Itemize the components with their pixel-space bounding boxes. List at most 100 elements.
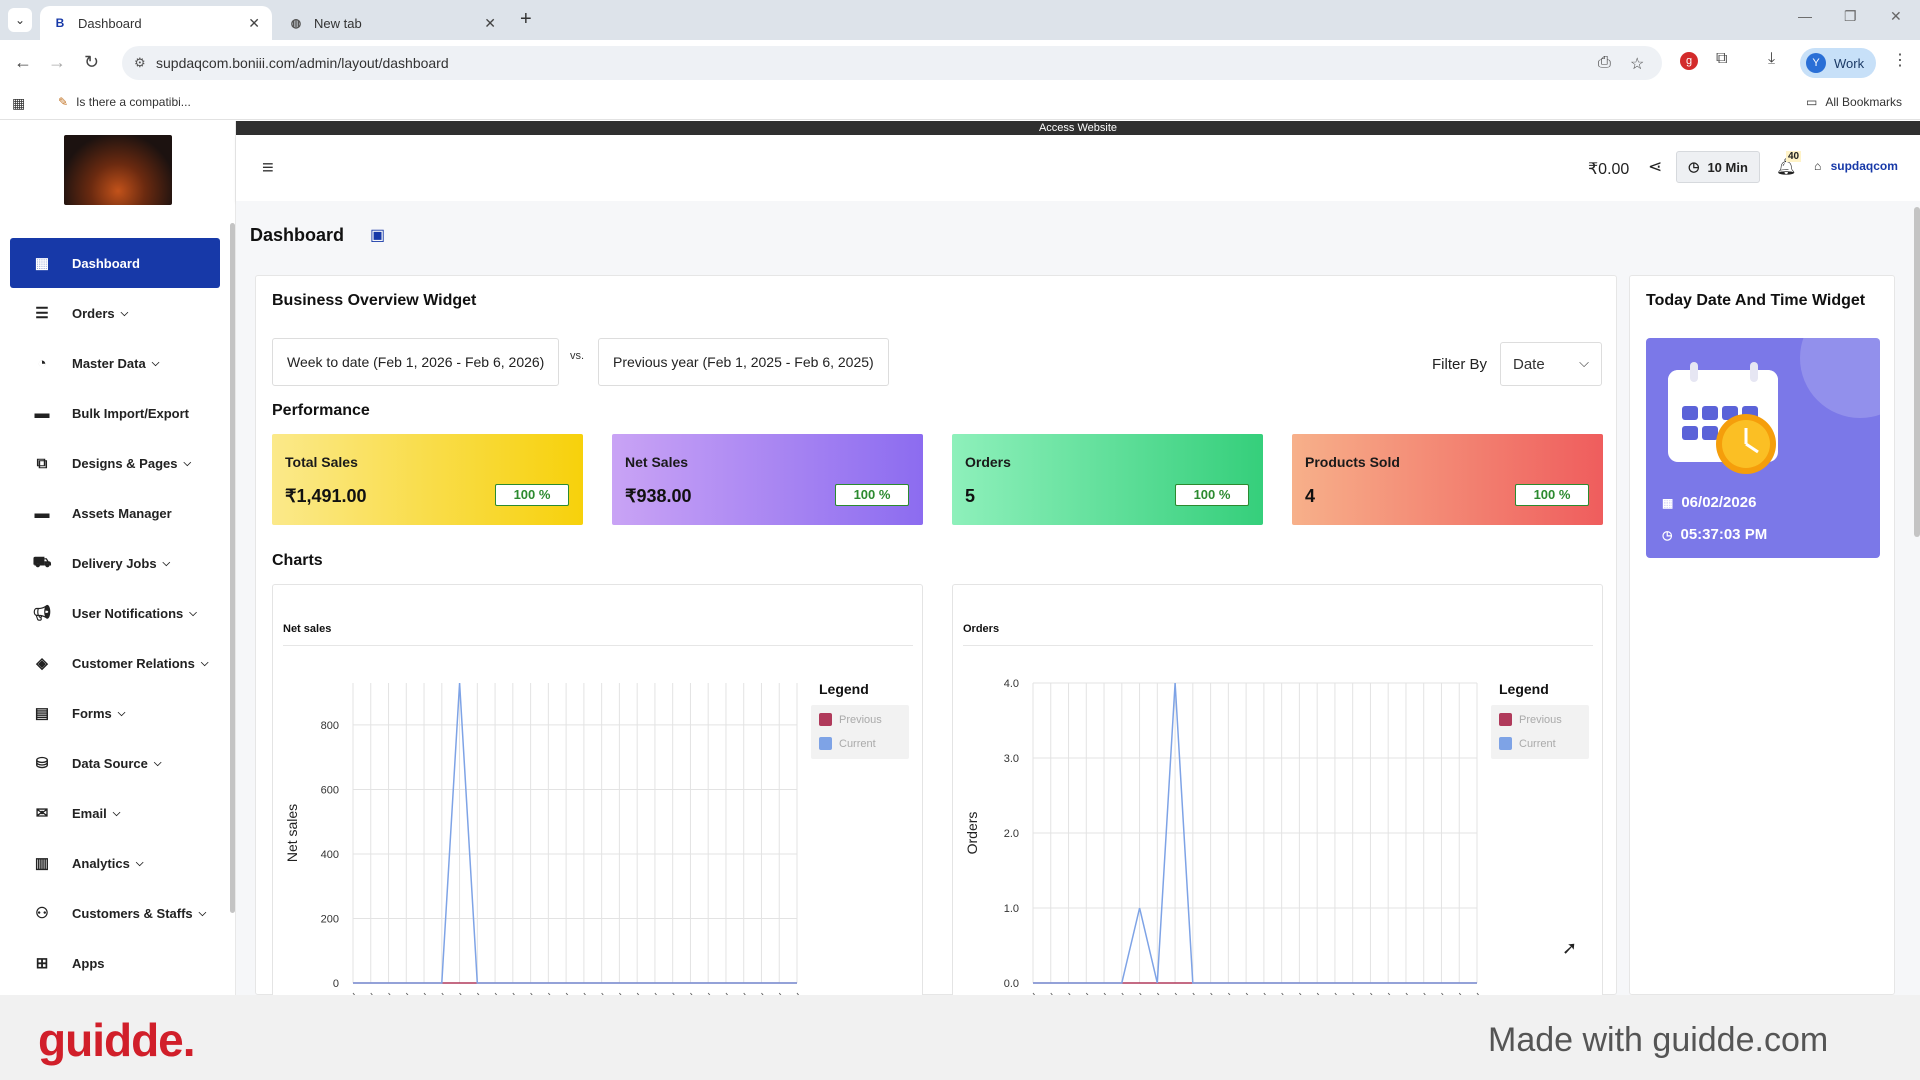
hamburger-menu-icon[interactable]: ≡ xyxy=(262,157,274,180)
stat-orders[interactable]: Orders 5 100 % xyxy=(952,434,1263,525)
globe-icon: ◍ xyxy=(290,16,302,30)
net-sales-chart: Net sales 0 200 400 600 800 Net sales Legend … xyxy=(272,584,923,1004)
site-info-icon[interactable]: ⚙ xyxy=(134,55,146,71)
app-header: ≡ ₹0.00 ⋖ ◷ 10 Min 🔔︎ 40 ⌂ supdaqcom xyxy=(236,135,1920,201)
stat-percent-badge: 100 % xyxy=(495,484,569,506)
sidebar-item-label: Delivery Jobs xyxy=(72,555,157,571)
current-range-picker[interactable]: Week to date (Feb 1, 2026 - Feb 6, 2026) xyxy=(272,338,560,386)
sidebar-item-label: Email xyxy=(72,805,107,821)
browser-tab-dashboard[interactable]: B Dashboard ✕ xyxy=(40,6,272,40)
filter-label: Filter By xyxy=(1432,356,1488,373)
bookmark-star-icon[interactable]: ☆ xyxy=(1630,54,1644,74)
sidebar-item-assets-manager[interactable]: ▬ Assets Manager xyxy=(10,488,220,538)
minimize-icon[interactable]: — xyxy=(1798,8,1812,24)
store-logo[interactable] xyxy=(64,135,172,205)
sidebar-item-label: Orders xyxy=(72,305,115,321)
reload-icon[interactable]: ↻ xyxy=(84,52,99,73)
legend-title: Legend xyxy=(819,681,869,697)
sidebar-item-label: Bulk Import/Export xyxy=(72,405,190,421)
main-scrollbar[interactable] xyxy=(1914,207,1920,537)
store-link[interactable]: ⌂ supdaqcom xyxy=(1814,159,1898,173)
delivery-icon: ⛟ xyxy=(32,553,52,571)
stat-net-sales[interactable]: Net Sales ₹938.00 100 % xyxy=(612,434,923,525)
forward-icon[interactable]: → xyxy=(48,52,66,73)
previous-range-picker[interactable]: Previous year (Feb 1, 2025 - Feb 6, 2025… xyxy=(598,338,889,386)
access-website-bar[interactable]: Access Website xyxy=(236,121,1920,135)
tab-list-button[interactable]: ⌄ xyxy=(8,8,32,32)
stat-total-sales[interactable]: Total Sales ₹1,491.00 100 % xyxy=(272,434,583,525)
y-axis-label: Orders xyxy=(964,812,980,855)
sidebar-item-label: Analytics xyxy=(72,855,130,871)
chevron-down-icon: ⌵ xyxy=(135,857,144,869)
database-icon: ⛁ xyxy=(35,755,49,772)
sidebar-item-data-source[interactable]: ⛁ Data Source ⌵ xyxy=(10,738,220,788)
email-icon: ✉ xyxy=(35,805,49,822)
y-tick-label: 1.0 xyxy=(1004,903,1019,915)
back-icon[interactable]: ← xyxy=(14,52,32,73)
legend-swatch xyxy=(819,713,832,726)
stat-percent-badge: 100 % xyxy=(1515,484,1589,506)
all-bookmarks[interactable]: ▭ All Bookmarks xyxy=(1806,95,1902,109)
y-tick-label: 200 xyxy=(321,913,339,925)
stat-products-sold[interactable]: Products Sold 4 100 % xyxy=(1292,434,1603,525)
restore-icon[interactable]: ❐ xyxy=(1844,8,1857,25)
made-with-text: Made with guidde.com xyxy=(1488,1021,1829,1059)
sidebar-item-orders[interactable]: ☰ Orders ⌵ xyxy=(10,288,220,338)
sidebar-item-delivery-jobs[interactable]: ⛟ Delivery Jobs ⌵ xyxy=(10,538,220,588)
install-app-icon[interactable]: ⎙ xyxy=(1598,54,1611,72)
apps-grid-icon[interactable]: ▦ xyxy=(12,95,25,112)
share-icon[interactable]: ⋖ xyxy=(1648,157,1662,177)
sidebar-item-label: Dashboard xyxy=(72,255,140,271)
sidebar-scrollbar[interactable] xyxy=(230,223,235,913)
browser-menu-icon[interactable]: ⋮ xyxy=(1892,50,1908,70)
close-tab-icon[interactable]: ✕ xyxy=(248,15,260,32)
chart-legend: Previous Current xyxy=(1491,705,1589,759)
designs-icon: ⧉ xyxy=(36,454,48,472)
calendar-clock-icon xyxy=(1668,362,1778,474)
orders-chart: Orders 0.0 1.0 2.0 3.0 4.0 Orders Legend Prev… xyxy=(952,584,1603,1004)
address-bar[interactable]: ⚙ supdaqcom.boniii.com/admin/layout/dash… xyxy=(122,46,1662,80)
sidebar-item-user-notifications[interactable]: 📢︎ User Notifications ⌵ xyxy=(10,588,220,638)
legend-swatch xyxy=(1499,737,1512,750)
filter-select[interactable]: Date ⌵ xyxy=(1500,342,1602,386)
notification-badge: 40 xyxy=(1786,151,1802,162)
open-window-icon[interactable]: ▣ xyxy=(370,225,385,245)
sidebar-item-apps[interactable]: ⊞ Apps xyxy=(10,938,220,988)
profile-button[interactable]: Y Work xyxy=(1800,48,1876,78)
store-icon: ⌂ xyxy=(1814,159,1822,173)
browser-tab-new[interactable]: ◍ New tab ✕ xyxy=(276,6,508,40)
chevron-down-icon: ⌵ xyxy=(200,657,209,669)
stat-percent-badge: 100 % xyxy=(1175,484,1249,506)
forms-icon: ▤ xyxy=(34,705,50,722)
wallet-balance[interactable]: ₹0.00 xyxy=(1588,159,1629,179)
current-time: ◷ 05:37:03 PM xyxy=(1662,526,1768,543)
sidebar-item-customer-relations[interactable]: ◈ Customer Relations ⌵ xyxy=(10,638,220,688)
avatar: Y xyxy=(1806,53,1826,73)
sidebar-item-master-data[interactable]: ◔ Master Data ⌵ xyxy=(10,338,220,388)
bookmark-item[interactable]: ✎ Is there a compatibi... xyxy=(58,95,191,109)
close-tab-icon[interactable]: ✕ xyxy=(484,15,496,32)
close-window-icon[interactable]: ✕ xyxy=(1890,8,1902,25)
legend-item-previous[interactable]: Previous xyxy=(1499,713,1562,726)
extension-red-icon[interactable]: g xyxy=(1680,52,1698,70)
downloads-icon[interactable]: ⤓ xyxy=(1768,50,1775,68)
new-tab-button[interactable]: + xyxy=(520,8,532,31)
sidebar-item-email[interactable]: ✉ Email ⌵ xyxy=(10,788,220,838)
datetime-widget: Today Date And Time Widget ▦ 06/02/2026 … xyxy=(1629,275,1895,995)
guidde-logo: guidde. xyxy=(38,1014,196,1066)
sidebar-item-customers-staffs[interactable]: ⚇ Customers & Staffs ⌵ xyxy=(10,888,220,938)
sidebar-item-analytics[interactable]: ▥ Analytics ⌵ xyxy=(10,838,220,888)
sidebar-item-designs-pages[interactable]: ⧉ Designs & Pages ⌵ xyxy=(10,438,220,488)
sidebar-item-forms[interactable]: ▤ Forms ⌵ xyxy=(10,688,220,738)
legend-item-current[interactable]: Current xyxy=(1499,737,1556,750)
page-title: Dashboard xyxy=(250,225,345,245)
session-timer[interactable]: ◷ 10 Min xyxy=(1676,151,1760,183)
sidebar-item-label: Customers & Staffs xyxy=(72,905,193,921)
extensions-puzzle-icon[interactable]: ⧉ xyxy=(1716,50,1727,68)
legend-item-previous[interactable]: Previous xyxy=(819,713,882,726)
clock-icon: ◷ xyxy=(1662,527,1673,542)
sidebar-item-bulk-import-export[interactable]: ▬ Bulk Import/Export xyxy=(10,388,220,438)
sidebar-item-dashboard[interactable]: ▦ Dashboard xyxy=(10,238,220,288)
legend-swatch xyxy=(819,737,832,750)
legend-item-current[interactable]: Current xyxy=(819,737,876,750)
